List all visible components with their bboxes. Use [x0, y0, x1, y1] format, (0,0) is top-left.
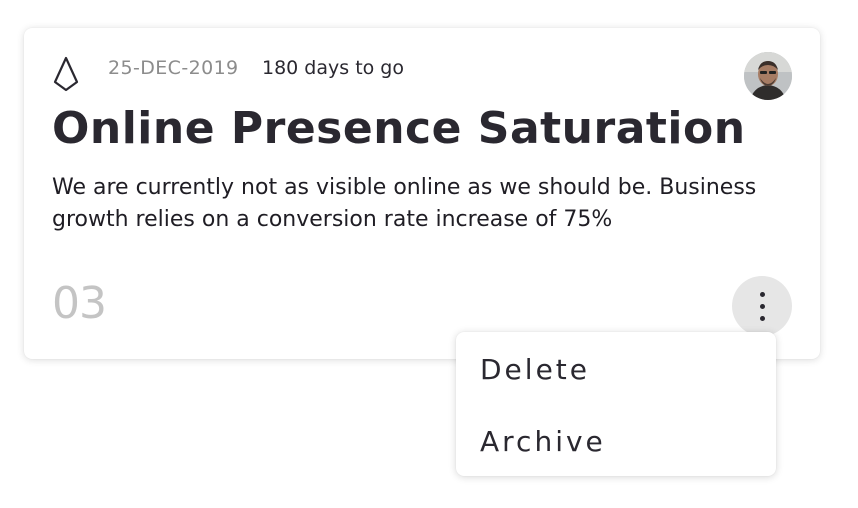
more-options-button[interactable]: [732, 276, 792, 336]
days-remaining: 180 days to go: [262, 57, 404, 79]
goal-card: 25-DEC-2019 180 days to go Online Presen…: [24, 28, 820, 359]
menu-item-archive[interactable]: Archive: [480, 424, 606, 460]
avatar-image: [744, 52, 792, 100]
card-description: We are currently not as visible online a…: [52, 175, 757, 232]
diamond-icon: [53, 56, 79, 92]
more-vertical-icon: [760, 292, 765, 297]
avatar[interactable]: [744, 52, 792, 100]
menu-item-delete[interactable]: Delete: [480, 352, 590, 388]
options-menu: Delete Archive: [456, 332, 776, 476]
card-title: Online Presence Saturation: [52, 103, 746, 154]
more-vertical-icon-dot: [760, 316, 765, 321]
more-vertical-icon-dot: [760, 304, 765, 309]
card-number: 03: [52, 278, 107, 329]
due-date: 25-DEC-2019: [108, 57, 239, 79]
